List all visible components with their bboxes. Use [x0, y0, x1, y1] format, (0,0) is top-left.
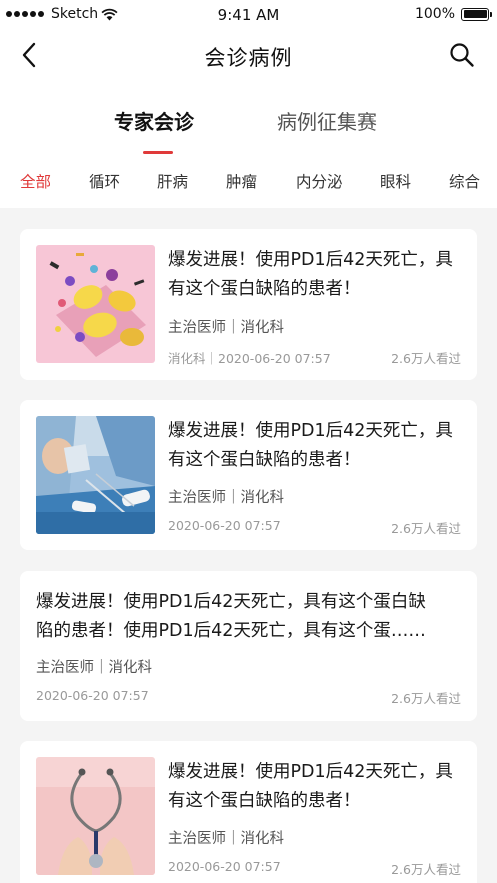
page-title: 会诊病例: [204, 46, 293, 70]
card-title-line: 有这个蛋白缺陷的患者！: [168, 279, 361, 299]
card-author: 主治医师｜消化科: [36, 660, 152, 676]
main-tabs: 专家会诊 病例征集赛: [0, 100, 497, 156]
category-all[interactable]: 全部: [20, 170, 51, 192]
category-filter: 全部 循环 肝病 肿瘤 内分泌 眼科 综合: [0, 170, 497, 196]
card-thumbnail: [36, 757, 155, 875]
card-thumbnail: [36, 245, 155, 363]
tab-expert-consultation[interactable]: 专家会诊: [114, 106, 194, 135]
card-title: 爆发进展！使用PD1后42天死亡，具 有这个蛋白缺陷的患者！: [168, 417, 453, 475]
surgery-photo-image: [36, 416, 155, 534]
card-title-line: 爆发进展！使用PD1后42天死亡，具有这个蛋白缺: [36, 592, 426, 612]
active-tab-indicator: [143, 151, 173, 154]
nav-bar: 会诊病例: [0, 30, 497, 82]
battery-percent: 100%: [414, 6, 455, 22]
card-meta: 2020-06-20 07:57: [168, 859, 281, 874]
card-author: 主治医师｜消化科: [168, 490, 284, 506]
card-title-line: 陷的患者！使用PD1后42天死亡，具有这个蛋……: [36, 621, 426, 641]
card-meta: 2020-06-20 07:57: [168, 518, 281, 533]
category-tumor[interactable]: 肿瘤: [226, 170, 257, 192]
case-card[interactable]: 爆发进展！使用PD1后42天死亡，具 有这个蛋白缺陷的患者！ 主治医师｜消化科 …: [20, 400, 477, 550]
category-liver[interactable]: 肝病: [157, 170, 188, 192]
case-card[interactable]: 爆发进展！使用PD1后42天死亡，具 有这个蛋白缺陷的患者！ 主治医师｜消化科 …: [20, 229, 477, 380]
card-author: 主治医师｜消化科: [168, 320, 284, 336]
card-title: 爆发进展！使用PD1后42天死亡，具有这个蛋白缺 陷的患者！使用PD1后42天死…: [36, 588, 426, 646]
back-button[interactable]: [14, 40, 44, 70]
card-author: 主治医师｜消化科: [168, 831, 284, 847]
category-endocrine[interactable]: 内分泌: [296, 170, 343, 192]
header-area: Sketch 9:41 AM 100% 会诊病例 专家会诊 病例征集赛 全部 循…: [0, 0, 497, 208]
case-card[interactable]: 爆发进展！使用PD1后42天死亡，具有这个蛋白缺 陷的患者！使用PD1后42天死…: [20, 571, 477, 721]
card-title-line: 有这个蛋白缺陷的患者！: [168, 450, 361, 470]
card-title-line: 有这个蛋白缺陷的患者！: [168, 791, 361, 811]
card-views: 2.6万人看过: [391, 521, 461, 536]
food-illustration-image: [36, 245, 155, 363]
tab-case-contest[interactable]: 病例征集赛: [277, 106, 377, 135]
card-thumbnail: [36, 416, 155, 534]
card-title-line: 爆发进展！使用PD1后42天死亡，具: [168, 421, 453, 441]
category-ophthalmology[interactable]: 眼科: [380, 170, 411, 192]
card-title: 爆发进展！使用PD1后42天死亡，具 有这个蛋白缺陷的患者！: [168, 246, 453, 304]
search-icon: [450, 43, 474, 67]
card-title-line: 爆发进展！使用PD1后42天死亡，具: [168, 250, 453, 270]
case-card[interactable]: 爆发进展！使用PD1后42天死亡，具 有这个蛋白缺陷的患者！ 主治医师｜消化科 …: [20, 741, 477, 883]
search-button[interactable]: [447, 40, 477, 70]
card-title: 爆发进展！使用PD1后42天死亡，具 有这个蛋白缺陷的患者！: [168, 758, 453, 816]
stethoscope-photo-image: [36, 757, 155, 875]
card-meta: 消化科｜2020-06-20 07:57: [168, 351, 331, 366]
card-title-line: 爆发进展！使用PD1后42天死亡，具: [168, 762, 453, 782]
card-views: 2.6万人看过: [391, 691, 461, 706]
battery-icon: [461, 7, 492, 21]
category-general[interactable]: 综合: [449, 170, 480, 192]
status-bar: Sketch 9:41 AM 100%: [0, 0, 497, 30]
card-views: 2.6万人看过: [391, 862, 461, 877]
battery-info: 100%: [414, 6, 492, 22]
card-meta: 2020-06-20 07:57: [36, 688, 149, 703]
chevron-left-icon: [22, 42, 36, 68]
category-circulation[interactable]: 循环: [89, 170, 120, 192]
card-views: 2.6万人看过: [391, 351, 461, 366]
